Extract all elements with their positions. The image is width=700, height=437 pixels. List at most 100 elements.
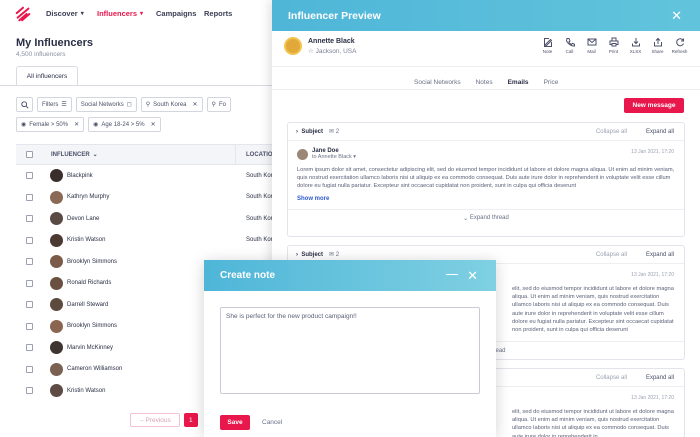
column-influencer[interactable]: INFLUENCER ⌄ (40, 145, 236, 164)
mail-action-button[interactable]: Mail (583, 37, 600, 54)
influencer-name[interactable]: Kathryn Murphy (67, 194, 109, 200)
row-checkbox[interactable] (25, 344, 33, 352)
create-note-modal: Create note ✕ She is perfect for the new… (204, 260, 496, 437)
row-checkbox-cell (16, 215, 40, 223)
influencer-name[interactable]: Devon Lane (67, 216, 99, 222)
note-textarea[interactable]: She is perfect for the new product campa… (220, 307, 480, 394)
close-icon[interactable]: ✕ (467, 268, 478, 284)
filter-chip-country[interactable]: ⚲ South Korea ✕ (140, 97, 203, 112)
table-row[interactable]: Devon Lane South Kor (16, 208, 278, 230)
expand-thread-button[interactable]: ⌄ Expand thread (288, 208, 684, 227)
print-action-button[interactable]: Print (605, 37, 622, 54)
location-cell: South Kor (246, 215, 273, 222)
pagination: ← Previous 1 (130, 413, 198, 427)
collapse-all-button[interactable]: Collapse all (596, 129, 627, 135)
filter-chip-gender[interactable]: ◉ Female > 50% ✕ (16, 117, 85, 132)
thread-header[interactable]: › Subject ✉ 2 Collapse all Expand all (288, 123, 684, 141)
table-row[interactable]: Blackpink South Kor (16, 165, 278, 187)
row-checkbox-cell (16, 322, 40, 330)
row-checkbox[interactable] (25, 258, 33, 266)
refresh-action-button[interactable]: Refresh (671, 37, 688, 54)
row-checkbox[interactable] (25, 236, 33, 244)
xlsx-icon (631, 38, 640, 47)
profile: Annette Black ☆ Jackson, USA (284, 37, 356, 55)
collapse-all-button[interactable]: Collapse all (596, 375, 627, 381)
nav-influencers[interactable]: Influencers ▾ (97, 9, 143, 18)
tab-all-influencers[interactable]: All influencers (16, 66, 78, 86)
influencer-name[interactable]: Brooklyn Simmons (67, 323, 117, 329)
influencer-name[interactable]: Kristin Watson (67, 237, 105, 243)
previous-button[interactable]: ← Previous (130, 413, 180, 427)
minimize-icon[interactable] (446, 274, 458, 275)
table-row[interactable]: Kristin Watson South Kor (16, 230, 278, 252)
chip-label: Age 18-24 > 5% (101, 121, 145, 128)
show-more-link[interactable]: Show more (297, 196, 675, 202)
influencer-name[interactable]: Kristin Watson (67, 388, 105, 394)
row-checkbox[interactable] (25, 365, 33, 373)
filters-button[interactable]: Filters ☰ (37, 97, 72, 112)
row-checkbox[interactable] (25, 193, 33, 201)
count-value: 2 (335, 129, 340, 135)
modal-title: Create note (220, 270, 276, 281)
save-button[interactable]: Save (220, 415, 250, 430)
avatar (50, 190, 63, 204)
row-checkbox[interactable] (25, 279, 33, 287)
collapse-all-button[interactable]: Collapse all (596, 252, 627, 258)
expand-all-button[interactable]: Expand all (646, 252, 674, 258)
filter-chip-age[interactable]: ◉ Age 18-24 > 5% ✕ (88, 117, 161, 132)
row-checkbox[interactable] (25, 387, 33, 395)
cancel-button[interactable]: Cancel (262, 419, 282, 426)
new-message-button[interactable]: New message (624, 98, 684, 113)
chip-label: Social Networks (80, 101, 124, 108)
column-location[interactable]: LOCATION (236, 152, 277, 158)
close-icon[interactable]: ✕ (74, 121, 79, 128)
call-action-button[interactable]: Call (561, 37, 578, 54)
influencer-name[interactable]: Marvin McKinney (67, 345, 113, 351)
note-action-button[interactable]: Note (539, 37, 556, 54)
search-button[interactable] (16, 97, 33, 112)
close-icon[interactable]: ✕ (671, 8, 682, 24)
gender-icon: ◉ (21, 122, 27, 128)
chevron-right-icon[interactable]: › (296, 129, 298, 135)
influencer-name[interactable]: Darrell Steward (67, 302, 108, 308)
influencer-name[interactable]: Ronald Richards (67, 280, 111, 286)
row-checkbox[interactable] (25, 172, 33, 180)
xlsx-action-button[interactable]: XLSX (627, 37, 644, 54)
row-checkbox-cell (16, 193, 40, 201)
select-all-checkbox[interactable] (25, 151, 33, 158)
column-influencer-label: INFLUENCER (51, 151, 90, 158)
nav-reports[interactable]: Reports (204, 9, 232, 18)
message-body: Lorem ipsum dolor sit amet, consectetur … (297, 167, 675, 190)
nav-discover[interactable]: Discover ▾ (46, 9, 84, 18)
avatar (50, 341, 63, 355)
chip-label: South Korea (153, 101, 187, 108)
star-icon[interactable]: ☆ (308, 48, 314, 55)
share-action-button[interactable]: Share (649, 37, 666, 54)
avatar (50, 255, 63, 269)
influencer-name[interactable]: Brooklyn Simmons (67, 259, 117, 265)
expand-all-button[interactable]: Expand all (646, 375, 674, 381)
influencer-name[interactable]: Cameron Williamson (67, 366, 122, 372)
close-icon[interactable]: ✕ (193, 101, 198, 108)
page-1-button[interactable]: 1 (183, 413, 198, 427)
table-row[interactable]: Kathryn Murphy South Kor (16, 187, 278, 209)
action-bar: Note Call Mail Print XLSX Share Refresh (539, 37, 688, 54)
chevron-down-icon: ▾ (140, 11, 144, 17)
row-checkbox-cell (16, 236, 40, 244)
filters-label: Filters (42, 101, 59, 108)
expand-all-button[interactable]: Expand all (646, 129, 674, 135)
thread-count: ✉ 2 (329, 252, 340, 258)
influencer-cell: Kathryn Murphy (40, 190, 236, 204)
app-logo-icon[interactable] (14, 5, 32, 23)
row-checkbox[interactable] (25, 301, 33, 309)
row-checkbox[interactable] (25, 322, 33, 330)
chevron-right-icon[interactable]: › (296, 252, 298, 258)
filter-chip-more[interactable]: ⚲ Fo (206, 97, 231, 112)
email-thread: › Subject ✉ 2 Collapse all Expand all Ja… (287, 122, 685, 237)
close-icon[interactable]: ✕ (151, 121, 156, 128)
influencer-name[interactable]: Blackpink (67, 173, 93, 179)
nav-campaigns[interactable]: Campaigns (156, 9, 196, 18)
filter-chip-social[interactable]: Social Networks ◻ (75, 97, 137, 112)
row-checkbox[interactable] (25, 215, 33, 223)
recipient[interactable]: to Annette Black ▾ (312, 154, 356, 160)
